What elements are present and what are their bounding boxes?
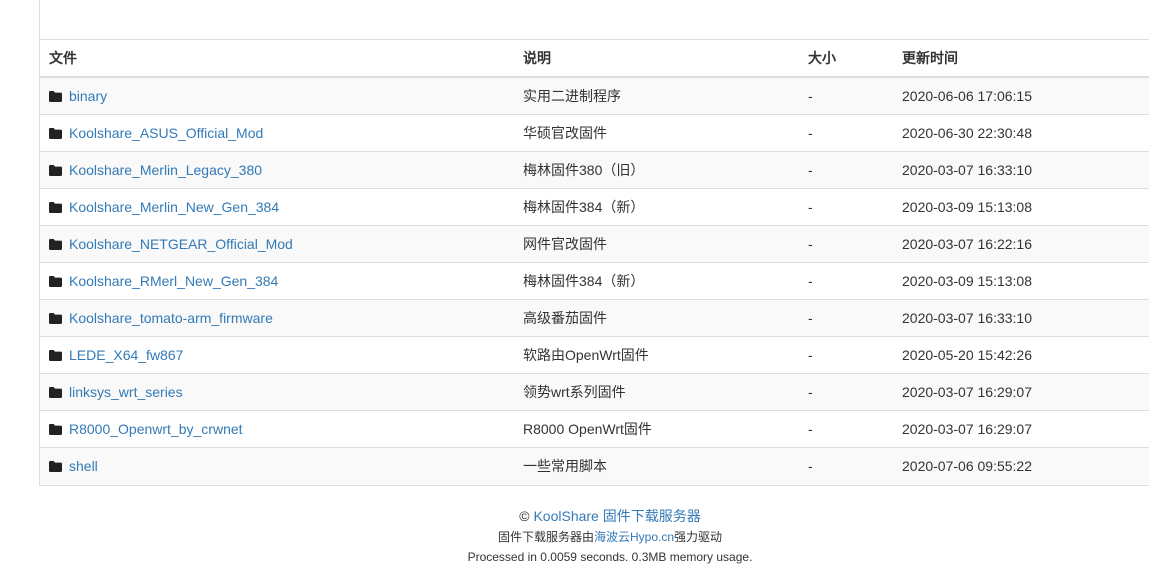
cell-size: -	[799, 77, 893, 114]
table-row: shell 一些常用脚本 -2020-07-06 09:55:22	[40, 446, 1149, 484]
folder-link[interactable]: Koolshare_Merlin_New_Gen_384	[69, 199, 279, 215]
header-name[interactable]: 文件	[40, 40, 514, 78]
folder-link[interactable]: Koolshare_Merlin_Legacy_380	[69, 162, 262, 178]
table-row: Koolshare_ASUS_Official_Mod 华硕官改固件 -2020-0…	[40, 113, 1149, 151]
cell-name: Koolshare_RMerl_New_Gen_384	[40, 261, 514, 299]
cell-description: 一些常用脚本	[514, 446, 799, 484]
cell-description: 梅林固件384（新）	[514, 187, 799, 225]
cell-description: 实用二进制程序	[514, 77, 799, 114]
cell-updated-time: 2020-03-07 16:33:10	[893, 298, 1149, 336]
site-home-link[interactable]: KoolShare 固件下载服务器	[533, 508, 700, 524]
folder-link[interactable]: binary	[69, 88, 107, 104]
folder-link[interactable]: Koolshare_NETGEAR_Official_Mod	[69, 236, 293, 252]
folder-link[interactable]: Koolshare_tomato-arm_firmware	[69, 310, 273, 326]
cell-name: Koolshare_ASUS_Official_Mod	[40, 113, 514, 151]
table-row: LEDE_X64_fw867 软路由OpenWrt固件 -2020-05-20 15…	[40, 335, 1149, 373]
folder-icon	[49, 422, 62, 435]
cell-size: -	[799, 150, 893, 188]
table-row: Koolshare_Merlin_Legacy_380 梅林固件380（旧） -20…	[40, 150, 1149, 188]
header-size[interactable]: 大小	[799, 40, 893, 78]
cell-description: 华硕官改固件	[514, 113, 799, 151]
cell-size: -	[799, 113, 893, 151]
cell-name: Koolshare_Merlin_Legacy_380	[40, 150, 514, 188]
page-footer: © KoolShare 固件下载服务器 固件下载服务器由海波云Hypo.cn强力…	[0, 505, 1149, 567]
file-table: 文件 说明 大小 更新时间 binary 实用二进制程序 -2020-06-06 1…	[40, 40, 1149, 484]
cell-name: R8000_Openwrt_by_crwnet	[40, 409, 514, 447]
folder-link[interactable]: LEDE_X64_fw867	[69, 347, 183, 363]
cell-size: -	[799, 372, 893, 410]
cell-updated-time: 2020-06-06 17:06:15	[893, 77, 1149, 114]
cell-name: Koolshare_NETGEAR_Official_Mod	[40, 224, 514, 262]
cell-description: 高级番茄固件	[514, 298, 799, 336]
cell-updated-time: 2020-03-09 15:13:08	[893, 261, 1149, 299]
folder-icon	[49, 311, 62, 324]
cell-updated-time: 2020-03-07 16:22:16	[893, 224, 1149, 262]
footer-powered-by: 固件下载服务器由海波云Hypo.cn强力驱动	[0, 527, 1149, 547]
cell-updated-time: 2020-03-07 16:29:07	[893, 372, 1149, 410]
cell-updated-time: 2020-03-07 16:29:07	[893, 409, 1149, 447]
table-row: Koolshare_NETGEAR_Official_Mod 网件官改固件 -202…	[40, 224, 1149, 262]
cell-name: shell	[40, 446, 514, 484]
folder-link[interactable]: linksys_wrt_series	[69, 384, 183, 400]
powered-prefix: 固件下载服务器由	[497, 530, 594, 544]
header-description[interactable]: 说明	[514, 40, 799, 78]
cell-updated-time: 2020-07-06 09:55:22	[893, 446, 1149, 484]
cell-name: binary	[40, 77, 514, 114]
file-listing-panel: 文件 说明 大小 更新时间 binary 实用二进制程序 -2020-06-06 1…	[39, 0, 1149, 486]
cell-name: Koolshare_tomato-arm_firmware	[40, 298, 514, 336]
copyright-symbol: ©	[519, 508, 530, 524]
table-header-row: 文件 说明 大小 更新时间	[40, 40, 1149, 78]
cell-description: R8000 OpenWrt固件	[514, 409, 799, 447]
folder-link[interactable]: Koolshare_ASUS_Official_Mod	[69, 125, 263, 141]
panel-header-space	[40, 0, 1149, 40]
cell-size: -	[799, 298, 893, 336]
cell-size: -	[799, 187, 893, 225]
table-row: R8000_Openwrt_by_crwnet R8000 OpenWrt固件 -2…	[40, 409, 1149, 447]
folder-link[interactable]: Koolshare_RMerl_New_Gen_384	[69, 273, 278, 289]
powered-suffix: 强力驱动	[674, 530, 723, 544]
cell-size: -	[799, 409, 893, 447]
cell-size: -	[799, 335, 893, 373]
cell-size: -	[799, 224, 893, 262]
folder-icon	[49, 274, 62, 287]
hosting-provider-link[interactable]: 海波云Hypo.cn	[594, 530, 674, 544]
cell-name: linksys_wrt_series	[40, 372, 514, 410]
folder-icon	[49, 459, 62, 472]
cell-updated-time: 2020-05-20 15:42:26	[893, 335, 1149, 373]
table-row: binary 实用二进制程序 -2020-06-06 17:06:15	[40, 77, 1149, 114]
cell-updated-time: 2020-03-07 16:33:10	[893, 150, 1149, 188]
table-row: linksys_wrt_series 领势wrt系列固件 -2020-03-07 1…	[40, 372, 1149, 410]
folder-icon	[49, 237, 62, 250]
cell-description: 领势wrt系列固件	[514, 372, 799, 410]
table-row: Koolshare_Merlin_New_Gen_384 梅林固件384（新） -2…	[40, 187, 1149, 225]
header-updated-time[interactable]: 更新时间	[893, 40, 1149, 78]
table-row: Koolshare_tomato-arm_firmware 高级番茄固件 -2020…	[40, 298, 1149, 336]
folder-icon	[49, 385, 62, 398]
folder-icon	[49, 348, 62, 361]
folder-icon	[49, 89, 62, 102]
folder-link[interactable]: R8000_Openwrt_by_crwnet	[69, 421, 243, 437]
footer-stats: Processed in 0.0059 seconds. 0.3MB memor…	[467, 550, 753, 564]
cell-description: 梅林固件384（新）	[514, 261, 799, 299]
cell-name: LEDE_X64_fw867	[40, 335, 514, 373]
cell-size: -	[799, 446, 893, 484]
cell-name: Koolshare_Merlin_New_Gen_384	[40, 187, 514, 225]
folder-icon	[49, 200, 62, 213]
table-body: binary 实用二进制程序 -2020-06-06 17:06:15 Koolsha…	[40, 77, 1149, 484]
folder-icon	[49, 126, 62, 139]
cell-description: 软路由OpenWrt固件	[514, 335, 799, 373]
footer-copyright: © KoolShare 固件下载服务器	[0, 505, 1149, 527]
folder-icon	[49, 163, 62, 176]
cell-updated-time: 2020-06-30 22:30:48	[893, 113, 1149, 151]
cell-size: -	[799, 261, 893, 299]
folder-link[interactable]: shell	[69, 458, 98, 474]
cell-description: 梅林固件380（旧）	[514, 150, 799, 188]
cell-description: 网件官改固件	[514, 224, 799, 262]
cell-updated-time: 2020-03-09 15:13:08	[893, 187, 1149, 225]
table-row: Koolshare_RMerl_New_Gen_384 梅林固件384（新） -20…	[40, 261, 1149, 299]
